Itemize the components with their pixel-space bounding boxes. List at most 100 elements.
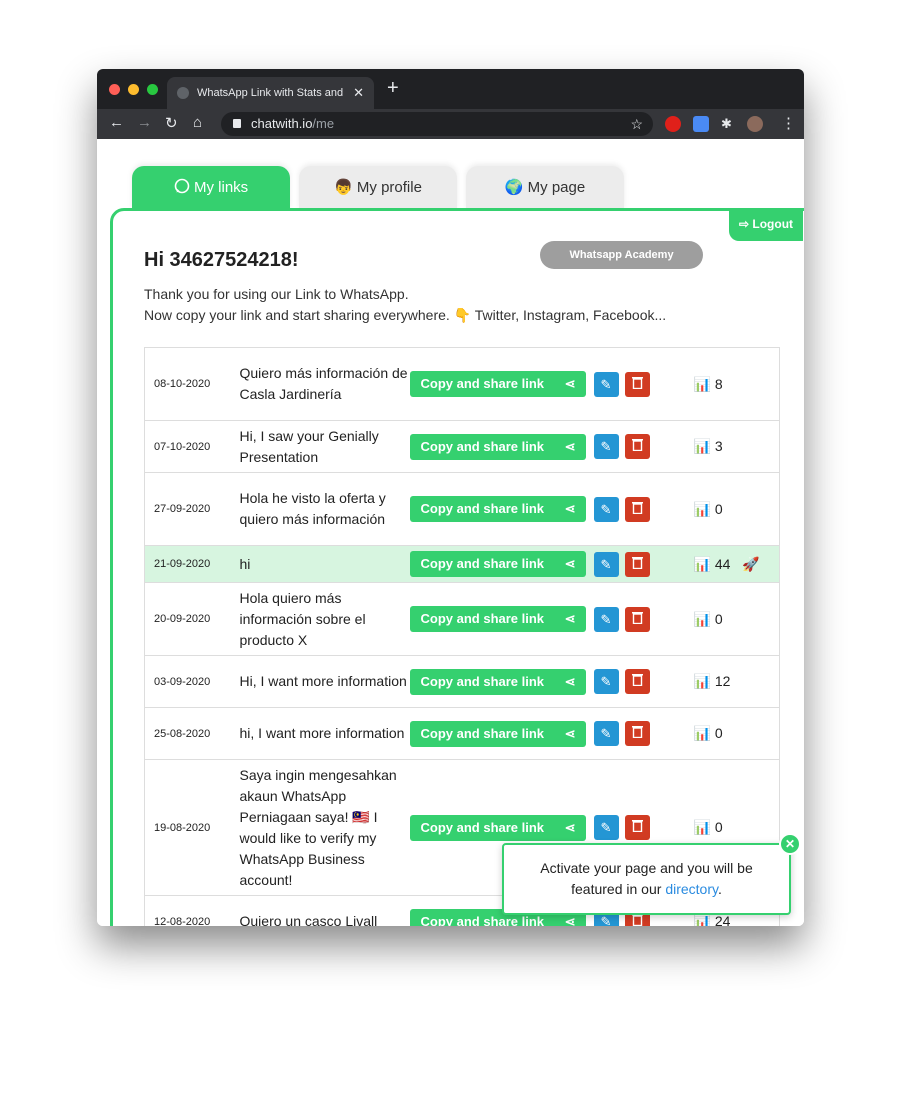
tab-my-profile[interactable]: 👦 My profile [299, 166, 457, 210]
trash-icon [631, 439, 643, 454]
share-icon: ⋖ [564, 376, 576, 391]
whatsapp-icon [174, 178, 190, 194]
share-icon: ⋖ [564, 611, 576, 626]
delete-button[interactable] [624, 606, 650, 632]
copy-share-link-button[interactable]: Copy and share link ⋖ [409, 371, 586, 397]
copy-share-link-button[interactable]: Copy and share link ⋖ [409, 814, 586, 841]
delete-button[interactable] [624, 815, 650, 840]
back-icon[interactable]: ← [109, 114, 124, 131]
link-stats[interactable]: 📊 8 [664, 347, 780, 421]
link-stats[interactable]: 📊 12 [664, 655, 780, 708]
rocket-icon: 🚀 [742, 555, 760, 572]
link-message: Quiero más información de Casla Jardiner… [239, 347, 410, 421]
forward-icon[interactable]: → [137, 114, 152, 131]
link-stats[interactable]: 📊 44 🚀 [664, 545, 780, 583]
copy-share-link-button[interactable]: Copy and share link ⋖ [409, 551, 586, 577]
tab-label: My profile [356, 179, 422, 196]
minimize-window-button[interactable] [128, 84, 139, 95]
edit-button[interactable]: ✎ [593, 371, 619, 397]
logout-icon: ⇨ [738, 217, 750, 231]
link-message: Saya ingin mengesahkan akaun WhatsApp Pe… [239, 759, 410, 896]
directory-popup: ✕ Activate your page and you will be fea… [502, 833, 801, 915]
globe-icon [177, 87, 189, 99]
edit-button[interactable]: ✎ [593, 551, 619, 577]
maximize-window-button[interactable] [147, 84, 158, 95]
delete-button[interactable] [624, 434, 650, 459]
link-date: 27-09-2020 [144, 472, 240, 546]
link-message: Hi, I want more information [239, 655, 410, 708]
share-icon: ⋖ [564, 673, 576, 689]
intro-line: Now copy your link and start sharing eve… [144, 307, 667, 323]
share-icon: ⋖ [564, 438, 576, 454]
copy-label: Copy and share link [420, 438, 545, 454]
reload-icon[interactable]: ↻ [165, 114, 178, 132]
edit-button[interactable]: ✎ [593, 815, 619, 840]
link-date: 07-10-2020 [144, 420, 240, 473]
link-stats[interactable]: 📊 0 [664, 472, 780, 546]
link-date: 25-08-2020 [144, 707, 240, 760]
bar-chart-icon: 📊 [693, 375, 711, 392]
link-stats[interactable]: 📊 0 [664, 707, 780, 760]
adblock-extension-icon[interactable] [665, 116, 681, 132]
tab-my-page[interactable]: 🌍 My page [466, 166, 624, 210]
view-count: 0 [714, 610, 723, 627]
delete-button[interactable] [624, 371, 650, 397]
delete-button[interactable] [624, 496, 650, 522]
pencil-icon: ✎ [600, 501, 612, 517]
puzzle-extensions-icon[interactable]: ✱ [721, 116, 732, 132]
menu-kebab-icon[interactable]: ⋮ [781, 114, 796, 132]
pencil-icon: ✎ [600, 611, 612, 627]
bookmark-star-icon[interactable]: ☆ [630, 112, 643, 136]
view-count: 3 [714, 438, 723, 454]
copy-label: Copy and share link [420, 913, 545, 927]
logout-label: Logout [752, 217, 794, 231]
copy-share-link-button[interactable]: Copy and share link ⋖ [409, 496, 586, 522]
delete-button[interactable] [624, 669, 650, 694]
table-row: 21-09-2020 hi Copy and share link ⋖ ✎ 📊 44… [144, 545, 780, 583]
links-table: 08-10-2020 Quiero más información de Cas… [144, 347, 780, 926]
address-bar[interactable]: chatwith.io/me ☆ [221, 112, 653, 136]
whatsapp-academy-button[interactable]: Whatsapp Academy [540, 241, 703, 269]
profile-avatar[interactable] [747, 116, 763, 132]
boy-emoji-icon: 👦 [334, 179, 353, 196]
copy-share-link-button[interactable]: Copy and share link ⋖ [409, 720, 586, 747]
trash-icon [631, 674, 643, 689]
extension-icon[interactable] [693, 116, 709, 132]
edit-button[interactable]: ✎ [593, 669, 619, 694]
link-message: Hola quiero más información sobre el pro… [239, 582, 410, 656]
directory-link[interactable]: directory [665, 881, 718, 897]
url-host: chatwith.io [251, 116, 313, 131]
copy-label: Copy and share link [420, 556, 545, 571]
copy-share-link-button[interactable]: Copy and share link ⋖ [409, 668, 586, 695]
home-icon[interactable]: ⌂ [193, 114, 202, 131]
link-message: hi [239, 545, 410, 583]
edit-button[interactable]: ✎ [593, 496, 619, 522]
delete-button[interactable] [624, 721, 650, 746]
logout-button[interactable]: ⇨ Logout [729, 208, 803, 241]
pencil-icon: ✎ [600, 556, 612, 572]
new-tab-button[interactable]: + [387, 77, 399, 100]
browser-window: WhatsApp Link with Stats and ✕ + ← → ↻ ⌂… [97, 69, 804, 926]
browser-toolbar: ← → ↻ ⌂ chatwith.io/me ☆ ✱ ⋮ [97, 109, 804, 139]
link-date: 20-09-2020 [144, 582, 240, 656]
browser-tab[interactable]: WhatsApp Link with Stats and ✕ [167, 77, 374, 109]
table-row: 07-10-2020 Hi, I saw your Genially Prese… [144, 420, 780, 473]
close-window-button[interactable] [109, 84, 120, 95]
edit-button[interactable]: ✎ [593, 434, 619, 459]
link-stats[interactable]: 📊 3 [664, 420, 780, 473]
pencil-icon: ✎ [600, 439, 612, 454]
copy-share-link-button[interactable]: Copy and share link ⋖ [409, 606, 586, 632]
bar-chart-icon: 📊 [693, 673, 711, 689]
intro-text: Thank you for using our Link to WhatsApp… [144, 284, 666, 326]
tab-my-links[interactable]: My links [132, 166, 290, 210]
copy-label: Copy and share link [420, 611, 545, 626]
close-tab-icon[interactable]: ✕ [353, 77, 364, 109]
edit-button[interactable]: ✎ [593, 606, 619, 632]
close-popup-icon[interactable]: ✕ [779, 833, 801, 855]
link-message: Hola he visto la oferta y quiero más inf… [239, 472, 410, 546]
edit-button[interactable]: ✎ [593, 721, 619, 746]
copy-share-link-button[interactable]: Copy and share link ⋖ [409, 433, 586, 460]
link-date: 21-09-2020 [144, 545, 240, 583]
link-stats[interactable]: 📊 0 [664, 582, 780, 656]
delete-button[interactable] [624, 551, 650, 577]
